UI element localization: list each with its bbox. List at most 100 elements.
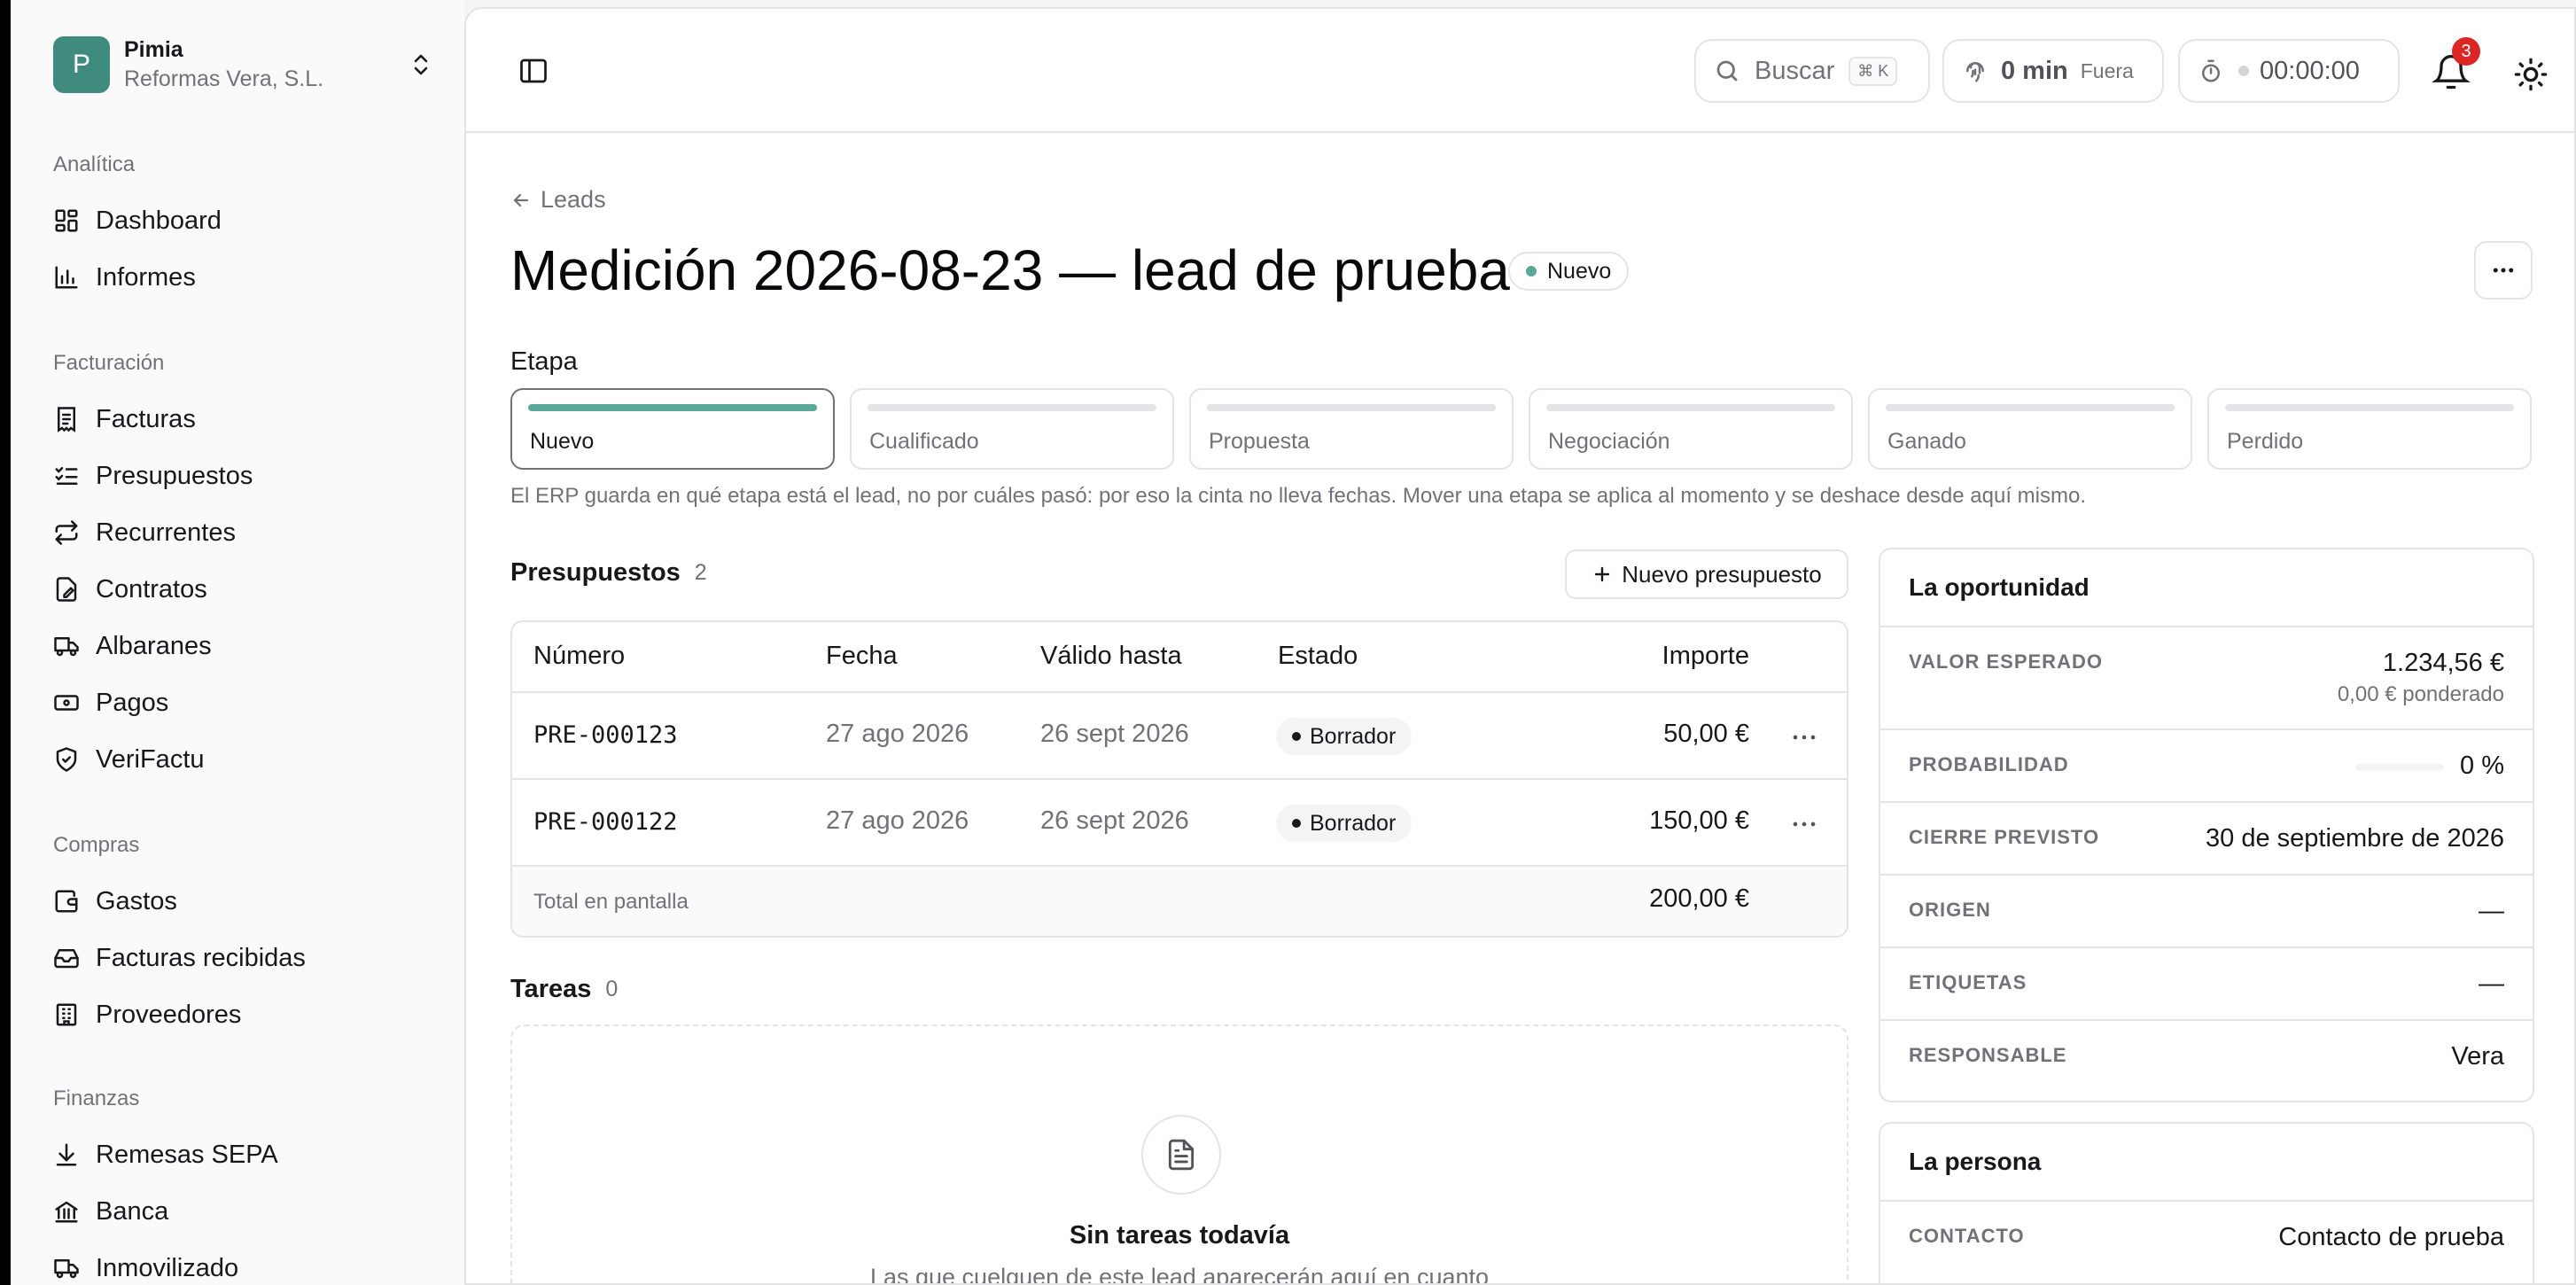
building-icon [56, 1003, 77, 1026]
sidebar-item-label: Recurrentes [96, 518, 236, 547]
toggle-sidebar-button[interactable] [518, 55, 549, 87]
stage-negociacion[interactable]: Negociación [1529, 388, 1853, 470]
column-header-date[interactable]: Fecha [826, 642, 898, 671]
download-icon [56, 1143, 77, 1166]
table-header-row: Número Fecha Válido hasta Estado Importe [512, 622, 1847, 693]
search-icon [1716, 60, 1738, 82]
sidebar-item-proveedores[interactable]: Proveedores [53, 993, 434, 1037]
search-button[interactable]: Buscar ⌘ K [1694, 39, 1930, 103]
quotes-title: Presupuestos [510, 558, 681, 587]
quote-date: 27 ago 2026 [826, 720, 969, 748]
quote-valid-until: 26 sept 2026 [1040, 806, 1189, 835]
sidebar-toggle-icon [520, 58, 547, 83]
main-panel: Buscar ⌘ K 0 min Fuera 00:00:00 3 Leads … [464, 7, 2576, 1285]
contract-icon [56, 577, 77, 602]
quote-number[interactable]: PRE-000123 [533, 721, 678, 749]
sidebar-item-pagos[interactable]: Pagos [53, 681, 434, 725]
sidebar-item-label: Contratos [96, 574, 207, 604]
quotes-count: 2 [694, 560, 707, 585]
sidebar-item-label: Informes [96, 262, 196, 292]
quote-number[interactable]: PRE-000122 [533, 808, 678, 836]
tasks-heading: Tareas 0 [510, 975, 618, 1004]
sidebar-item-facturas[interactable]: Facturas [53, 397, 434, 441]
stage-bar [1207, 404, 1496, 411]
stage-bar [528, 404, 817, 411]
sidebar-item-banca[interactable]: Banca [53, 1189, 434, 1234]
probability-bar [2355, 764, 2444, 771]
table-row[interactable]: PRE-000123 27 ago 2026 26 sept 2026 Borr… [512, 693, 1847, 780]
more-actions-button[interactable] [2474, 241, 2533, 300]
timer-status-dot [2238, 66, 2249, 76]
new-quote-button[interactable]: Nuevo presupuesto [1565, 549, 1848, 599]
org-avatar: P [53, 36, 110, 93]
tags-value: — [2479, 970, 2504, 998]
theme-toggle-button[interactable] [2513, 57, 2549, 92]
sidebar-item-inmovilizado[interactable]: Inmovilizado [53, 1246, 434, 1285]
sidebar-item-label: Presupuestos [96, 461, 253, 490]
stage-nuevo[interactable]: Nuevo [510, 388, 835, 470]
truck-icon [54, 637, 79, 657]
dashboard-icon [55, 209, 78, 232]
sidebar-item-label: VeriFactu [96, 744, 205, 774]
column-header-amount[interactable]: Importe [1662, 642, 1749, 671]
empty-title: Sin tareas todavía [1069, 1221, 1290, 1250]
fingerprint-icon [1966, 62, 1984, 82]
column-header-number[interactable]: Número [533, 642, 625, 671]
stage-bar [868, 404, 1156, 411]
row-actions-button[interactable] [1786, 806, 1822, 842]
stage-label: Propuesta [1209, 429, 1310, 454]
stage-perdido[interactable]: Perdido [2207, 388, 2532, 470]
sidebar-item-remesas-sepa[interactable]: Remesas SEPA [53, 1133, 434, 1177]
column-header-valid[interactable]: Válido hasta [1040, 642, 1182, 671]
sidebar-item-label: Dashboard [96, 206, 222, 235]
org-company: Reformas Vera, S.L. [124, 66, 324, 91]
stage-propuesta[interactable]: Propuesta [1189, 388, 1514, 470]
stage-label: Ganado [1887, 429, 1966, 454]
status-label: Borrador [1310, 810, 1397, 836]
sidebar-item-gastos[interactable]: Gastos [53, 879, 434, 923]
sidebar-item-albaranes[interactable]: Albaranes [53, 624, 434, 668]
tasks-empty-state: Sin tareas todavía Las que cuelguen de e… [510, 1024, 1848, 1285]
owner-value: Vera [2451, 1042, 2504, 1071]
status-badge: Nuevo [1508, 252, 1630, 291]
sidebar-item-recurrentes[interactable]: Recurrentes [53, 510, 434, 555]
timer-button[interactable]: 00:00:00 [2178, 39, 2400, 103]
breadcrumb-label: Leads [541, 186, 606, 213]
status-dot [1526, 266, 1537, 276]
sidebar-item-contratos[interactable]: Contratos [53, 567, 434, 611]
card-title: La persona [1880, 1124, 2533, 1202]
row-actions-button[interactable] [1786, 720, 1822, 755]
presence-status: Fuera [2080, 58, 2134, 82]
card-title: La oportunidad [1880, 549, 2533, 627]
column-header-status[interactable]: Estado [1278, 642, 1358, 671]
quotes-heading: Presupuestos 2 [510, 558, 707, 588]
top-bar: Buscar ⌘ K 0 min Fuera 00:00:00 3 [466, 9, 2574, 133]
sidebar-item-informes[interactable]: Informes [53, 255, 434, 300]
probability-row: PROBABILIDAD 0 % [1880, 730, 2533, 803]
stage-ganado[interactable]: Ganado [1868, 388, 2192, 470]
owner-row: RESPONSABLE Vera [1880, 1021, 2533, 1094]
tasks-title: Tareas [510, 975, 592, 1003]
chevrons-up-down-icon [408, 47, 434, 82]
stage-label: Cualificado [869, 429, 979, 454]
inbox-icon [54, 949, 79, 969]
table-row[interactable]: PRE-000122 27 ago 2026 26 sept 2026 Borr… [512, 780, 1847, 867]
person-card: La persona CONTACTO Contacto de prueba [1879, 1122, 2534, 1283]
contact-value[interactable]: Contacto de prueba [2278, 1223, 2504, 1252]
sidebar-item-verifactu[interactable]: VeriFactu [53, 737, 434, 782]
org-switcher[interactable]: P Pimia Reformas Vera, S.L. [53, 35, 434, 94]
truck-icon [54, 1259, 79, 1279]
org-name: Pimia [124, 37, 183, 62]
sidebar-item-label: Pagos [96, 688, 169, 717]
presence-button[interactable]: 0 min Fuera [1942, 39, 2164, 103]
empty-text: Las que cuelguen de este lead aparecerán… [869, 1264, 1490, 1285]
sidebar-item-dashboard[interactable]: Dashboard [53, 199, 434, 243]
quote-amount: 50,00 € [1663, 720, 1749, 748]
stage-cualificado[interactable]: Cualificado [850, 388, 1174, 470]
quotes-table: Número Fecha Válido hasta Estado Importe… [510, 620, 1848, 938]
sidebar-item-facturas-recibidas[interactable]: Facturas recibidas [53, 936, 434, 980]
sidebar-item-presupuestos[interactable]: Presupuestos [53, 454, 434, 498]
breadcrumb-back-link[interactable]: Leads [510, 186, 606, 214]
search-shortcut: ⌘ K [1848, 56, 1898, 86]
cash-icon [54, 695, 79, 711]
